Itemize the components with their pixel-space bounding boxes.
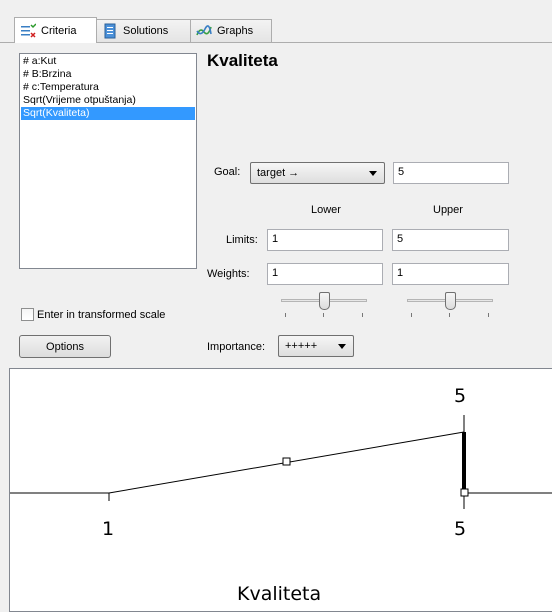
graph-lower-limit-label: 1 — [102, 518, 115, 540]
transformed-scale-label: Enter in transformed scale — [37, 309, 166, 321]
graph-top-value-label: 5 — [454, 385, 467, 407]
graph-upper-limit-label: 5 — [454, 518, 467, 540]
criteria-icon — [21, 22, 36, 38]
slider-thumb[interactable] — [445, 292, 456, 310]
limits-upper-input[interactable]: 5 — [392, 229, 509, 251]
list-item[interactable]: # c:Temperatura — [21, 81, 195, 94]
slider-tick — [285, 313, 286, 317]
curve-midpoint-handle[interactable] — [282, 457, 291, 466]
criterion-title: Kvaliteta — [207, 51, 278, 70]
tab-graphs-label: Graphs — [217, 25, 254, 37]
desirability-graph-canvas — [10, 415, 552, 509]
criteria-listbox[interactable]: # a:Kut # B:Brzina # c:Temperatura Sqrt(… — [19, 53, 197, 269]
slider-thumb[interactable] — [319, 292, 330, 310]
tab-solutions-label: Solutions — [123, 25, 169, 37]
slider-tick — [411, 313, 412, 317]
tab-bar: Criteria Solutions Graphs — [0, 0, 552, 43]
weights-upper-input[interactable]: 1 — [392, 263, 509, 285]
graph-axis-title: Kvaliteta — [237, 583, 322, 605]
tab-graphs[interactable]: Graphs — [190, 19, 272, 42]
chevron-down-icon — [369, 171, 377, 176]
solutions-icon — [104, 23, 116, 39]
list-item-selected[interactable]: Sqrt(Kvaliteta) — [21, 107, 195, 120]
transformed-scale-checkbox[interactable] — [21, 308, 34, 321]
weights-label: Weights: — [207, 268, 250, 280]
chevron-down-icon — [338, 344, 346, 349]
tab-criteria[interactable]: Criteria — [14, 17, 97, 43]
desirability-graph[interactable]: 5 1 5 Kvaliteta — [9, 368, 552, 612]
options-button[interactable]: Options — [19, 335, 111, 358]
importance-select-value: +++++ — [285, 340, 318, 352]
weights-lower-input[interactable]: 1 — [267, 263, 383, 285]
list-item[interactable]: Sqrt(Vrijeme otpuštanja) — [21, 94, 195, 107]
goal-label: Goal: — [214, 166, 241, 178]
list-item[interactable]: # a:Kut — [21, 55, 195, 68]
importance-label: Importance: — [207, 341, 266, 353]
upper-header: Upper — [433, 204, 463, 216]
target-handle[interactable] — [460, 488, 469, 497]
tab-solutions[interactable]: Solutions — [96, 19, 191, 42]
slider-tick — [323, 313, 324, 317]
limits-lower-input[interactable]: 1 — [267, 229, 383, 251]
lower-header: Lower — [311, 204, 341, 216]
list-item[interactable]: # B:Brzina — [21, 68, 195, 81]
weight-slider-upper[interactable] — [407, 292, 493, 318]
limits-label: Limits: — [226, 234, 258, 246]
tab-criteria-label: Criteria — [41, 24, 77, 37]
importance-select[interactable]: +++++ — [278, 335, 354, 357]
slider-tick — [362, 313, 363, 317]
graphs-icon — [196, 25, 212, 36]
weight-slider-lower[interactable] — [281, 292, 367, 318]
goal-select[interactable]: target → — [250, 162, 385, 184]
goal-select-value: target → — [257, 167, 300, 179]
target-value-input[interactable]: 5 — [393, 162, 509, 184]
slider-tick — [488, 313, 489, 317]
slider-tick — [449, 313, 450, 317]
